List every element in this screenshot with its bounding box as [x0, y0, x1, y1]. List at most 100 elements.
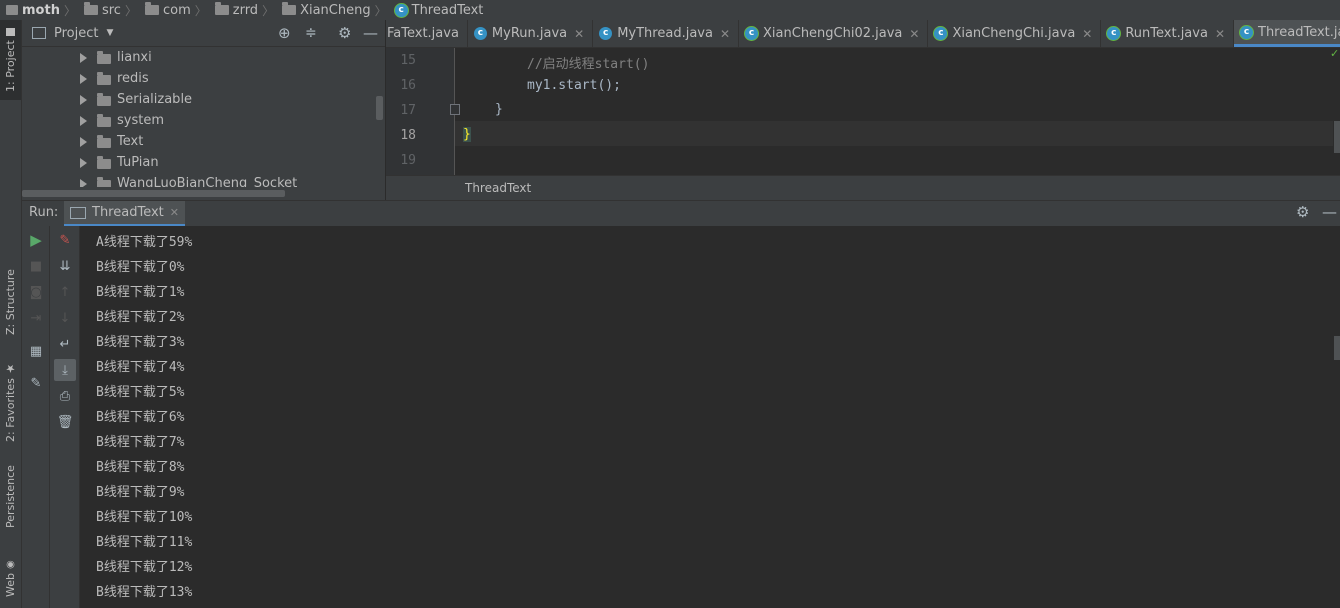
- rerun-icon[interactable]: ▶: [27, 231, 45, 249]
- expand-arrow-icon[interactable]: [80, 52, 87, 63]
- close-icon[interactable]: ✕: [1215, 27, 1225, 41]
- settings-icon[interactable]: ⚙: [1296, 203, 1309, 221]
- tab-threadtext[interactable]: c ThreadText.java ✕: [1234, 20, 1340, 47]
- inspection-ok-icon: ✓: [1330, 47, 1340, 60]
- tab-xianchengchi02[interactable]: c XianChengChi02.java ✕: [739, 20, 929, 47]
- expand-arrow-icon[interactable]: [80, 94, 87, 105]
- sort-down-icon[interactable]: ⇊: [56, 257, 74, 275]
- console-line: B线程下载了13%: [96, 585, 193, 600]
- layout-icon[interactable]: ▦: [27, 342, 45, 360]
- breadcrumb-item-zrrd[interactable]: zrrd 〉: [209, 0, 276, 20]
- soft-wrap-icon[interactable]: ↵: [56, 335, 74, 353]
- close-icon[interactable]: ✕: [909, 27, 919, 41]
- tool-tab-favorites[interactable]: 2: Favorites ★: [0, 352, 21, 452]
- pin-icon[interactable]: ✎: [27, 374, 45, 392]
- close-icon[interactable]: ✕: [170, 206, 179, 219]
- globe-icon: ◉: [5, 558, 16, 570]
- collapse-all-icon[interactable]: ≑: [305, 25, 317, 41]
- tab-runtext[interactable]: c RunText.java ✕: [1101, 20, 1234, 47]
- locate-icon[interactable]: ⊕: [278, 24, 291, 42]
- clear-edit-icon[interactable]: ✎: [56, 231, 74, 249]
- arrow-up-icon[interactable]: ↑: [56, 283, 74, 301]
- tab-fatext[interactable]: FaText.java: [386, 20, 468, 47]
- line-number: 19: [400, 153, 416, 168]
- tree-item-wangluobiancheng-socket[interactable]: WangLuoBianCheng_Socket: [80, 173, 297, 187]
- trash-icon[interactable]: 🗑: [56, 413, 74, 431]
- tool-tab-persistence[interactable]: Persistence: [0, 452, 21, 542]
- console-line: B线程下载了8%: [96, 460, 185, 475]
- project-view-selector[interactable]: Project: [54, 26, 98, 41]
- star-icon: ★: [4, 361, 17, 375]
- code-line-15: //启动线程start(): [527, 57, 650, 72]
- chevron-right-icon: 〉: [262, 3, 275, 18]
- console-line: B线程下载了6%: [96, 410, 185, 425]
- package-icon: [97, 156, 111, 169]
- tree-item-tupian[interactable]: TuPian: [80, 152, 159, 173]
- tab-xianchengchi[interactable]: c XianChengChi.java ✕: [928, 20, 1102, 47]
- close-icon[interactable]: ✕: [574, 27, 584, 41]
- tree-item-text[interactable]: Text: [80, 131, 143, 152]
- breadcrumb-item-threadtext[interactable]: c ThreadText: [389, 0, 486, 20]
- class-icon: c: [394, 3, 408, 17]
- console-line: B线程下载了5%: [96, 385, 185, 400]
- expand-arrow-icon[interactable]: [80, 178, 87, 187]
- editor-scrollbar[interactable]: [1334, 121, 1340, 153]
- expand-arrow-icon[interactable]: [80, 157, 87, 168]
- tool-tab-web[interactable]: Web ◉: [0, 548, 21, 608]
- folder-icon: [282, 2, 297, 15]
- tool-tab-project[interactable]: 1: Project: [0, 20, 21, 100]
- settings-icon[interactable]: ⚙: [338, 24, 351, 42]
- breadcrumb-item-com[interactable]: com 〉: [139, 0, 209, 20]
- scroll-to-end-icon[interactable]: ⤓: [54, 359, 76, 381]
- hide-panel-icon[interactable]: —: [1322, 203, 1337, 221]
- package-icon: [97, 114, 111, 127]
- folder-icon: [6, 28, 15, 37]
- expand-arrow-icon[interactable]: [80, 73, 87, 84]
- tab-myrun[interactable]: c MyRun.java ✕: [468, 20, 594, 47]
- line-number: 18: [400, 128, 416, 143]
- arrow-down-icon[interactable]: ↓: [56, 309, 74, 327]
- console-line: B线程下载了2%: [96, 310, 185, 325]
- tab-mythread[interactable]: c MyThread.java ✕: [593, 20, 740, 47]
- fold-icon[interactable]: [450, 104, 460, 115]
- breadcrumb-item-xiancheng[interactable]: XianCheng 〉: [276, 0, 389, 20]
- tree-item-serializable[interactable]: Serializable: [80, 89, 192, 110]
- console-line: B线程下载了0%: [96, 260, 185, 275]
- class-icon: c: [745, 27, 759, 40]
- dropdown-arrow-icon[interactable]: ▼: [106, 28, 113, 38]
- stop-icon[interactable]: ■: [27, 257, 45, 275]
- project-horizontal-scrollbar[interactable]: [22, 190, 285, 197]
- breadcrumb-item-src[interactable]: src 〉: [78, 0, 139, 20]
- tool-tab-structure[interactable]: Z: Structure: [0, 252, 21, 352]
- console-line: B线程下载了1%: [96, 285, 185, 300]
- tree-item-redis[interactable]: redis: [80, 68, 149, 89]
- line-number: 16: [400, 78, 416, 93]
- console-scrollbar[interactable]: [1334, 336, 1340, 360]
- project-panel-header: Project ▼ ⊕ ≑ ⚙ —: [22, 20, 385, 47]
- run-tab-threadtext[interactable]: ThreadText ✕: [64, 201, 185, 226]
- console-line: B线程下载了12%: [96, 560, 193, 575]
- expand-arrow-icon[interactable]: [80, 136, 87, 147]
- editor-breadcrumb[interactable]: ThreadText: [465, 181, 531, 195]
- camera-icon[interactable]: ◙: [27, 283, 45, 301]
- tree-item-lianxi[interactable]: lianxi: [80, 47, 152, 68]
- print-icon[interactable]: ⎙: [56, 387, 74, 405]
- breadcrumb-item-moth[interactable]: moth 〉: [0, 0, 78, 20]
- close-icon[interactable]: ✕: [1082, 27, 1092, 41]
- project-vertical-scrollbar[interactable]: [376, 96, 383, 120]
- tree-item-system[interactable]: system: [80, 110, 164, 131]
- run-label: Run:: [29, 205, 59, 220]
- class-icon: c: [1240, 25, 1253, 39]
- expand-arrow-icon[interactable]: [80, 115, 87, 126]
- console-output[interactable]: A线程下载了59% B线程下载了0% B线程下载了1% B线程下载了2% B线程…: [80, 226, 1340, 608]
- project-tree: lianxi redis Serializable system Text Tu…: [22, 47, 385, 187]
- run-toolbar-primary: ▶ ■ ◙ ⇥ ▦ ✎: [22, 226, 50, 608]
- console-icon: [70, 206, 86, 219]
- close-icon[interactable]: ✕: [720, 27, 730, 41]
- hide-icon[interactable]: —: [363, 24, 378, 42]
- exit-icon[interactable]: ⇥: [27, 309, 45, 327]
- package-icon: [97, 93, 111, 106]
- chevron-right-icon: 〉: [374, 3, 387, 18]
- class-icon: c: [473, 27, 487, 40]
- console-line: B线程下载了3%: [96, 335, 185, 350]
